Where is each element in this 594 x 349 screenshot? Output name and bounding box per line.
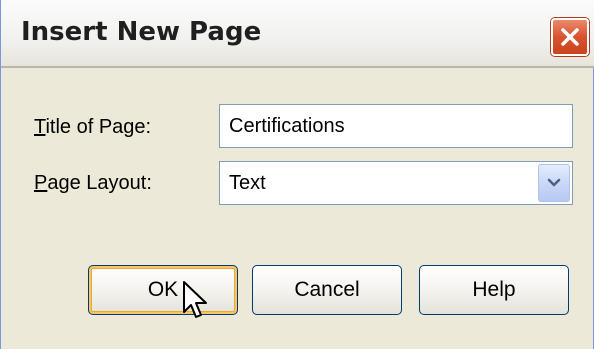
page-layout-label: Page Layout: (34, 172, 152, 195)
title-label-text: itle of Page: (45, 116, 152, 138)
insert-new-page-dialog: Insert New Page Title of Page: Certifica… (0, 0, 594, 349)
help-button[interactable]: Help (419, 265, 569, 315)
mouse-pointer-icon (182, 280, 210, 326)
title-of-page-label: Title of Page: (34, 116, 151, 139)
page-layout-selected-value: Text (229, 172, 266, 194)
close-button[interactable] (551, 18, 589, 56)
dialog-title: Insert New Page (21, 17, 262, 47)
page-layout-dropdown-button[interactable] (538, 164, 570, 202)
ok-button[interactable]: OK (88, 265, 238, 315)
layout-label-text: age Layout: (47, 172, 152, 194)
layout-label-mnemonic: P (34, 172, 48, 194)
title-label-mnemonic: T (34, 116, 46, 138)
page-layout-select[interactable]: Text (219, 161, 573, 205)
title-bar[interactable]: Insert New Page (1, 0, 594, 68)
title-of-page-input[interactable]: Certifications (219, 104, 573, 148)
cancel-button[interactable]: Cancel (252, 265, 402, 315)
